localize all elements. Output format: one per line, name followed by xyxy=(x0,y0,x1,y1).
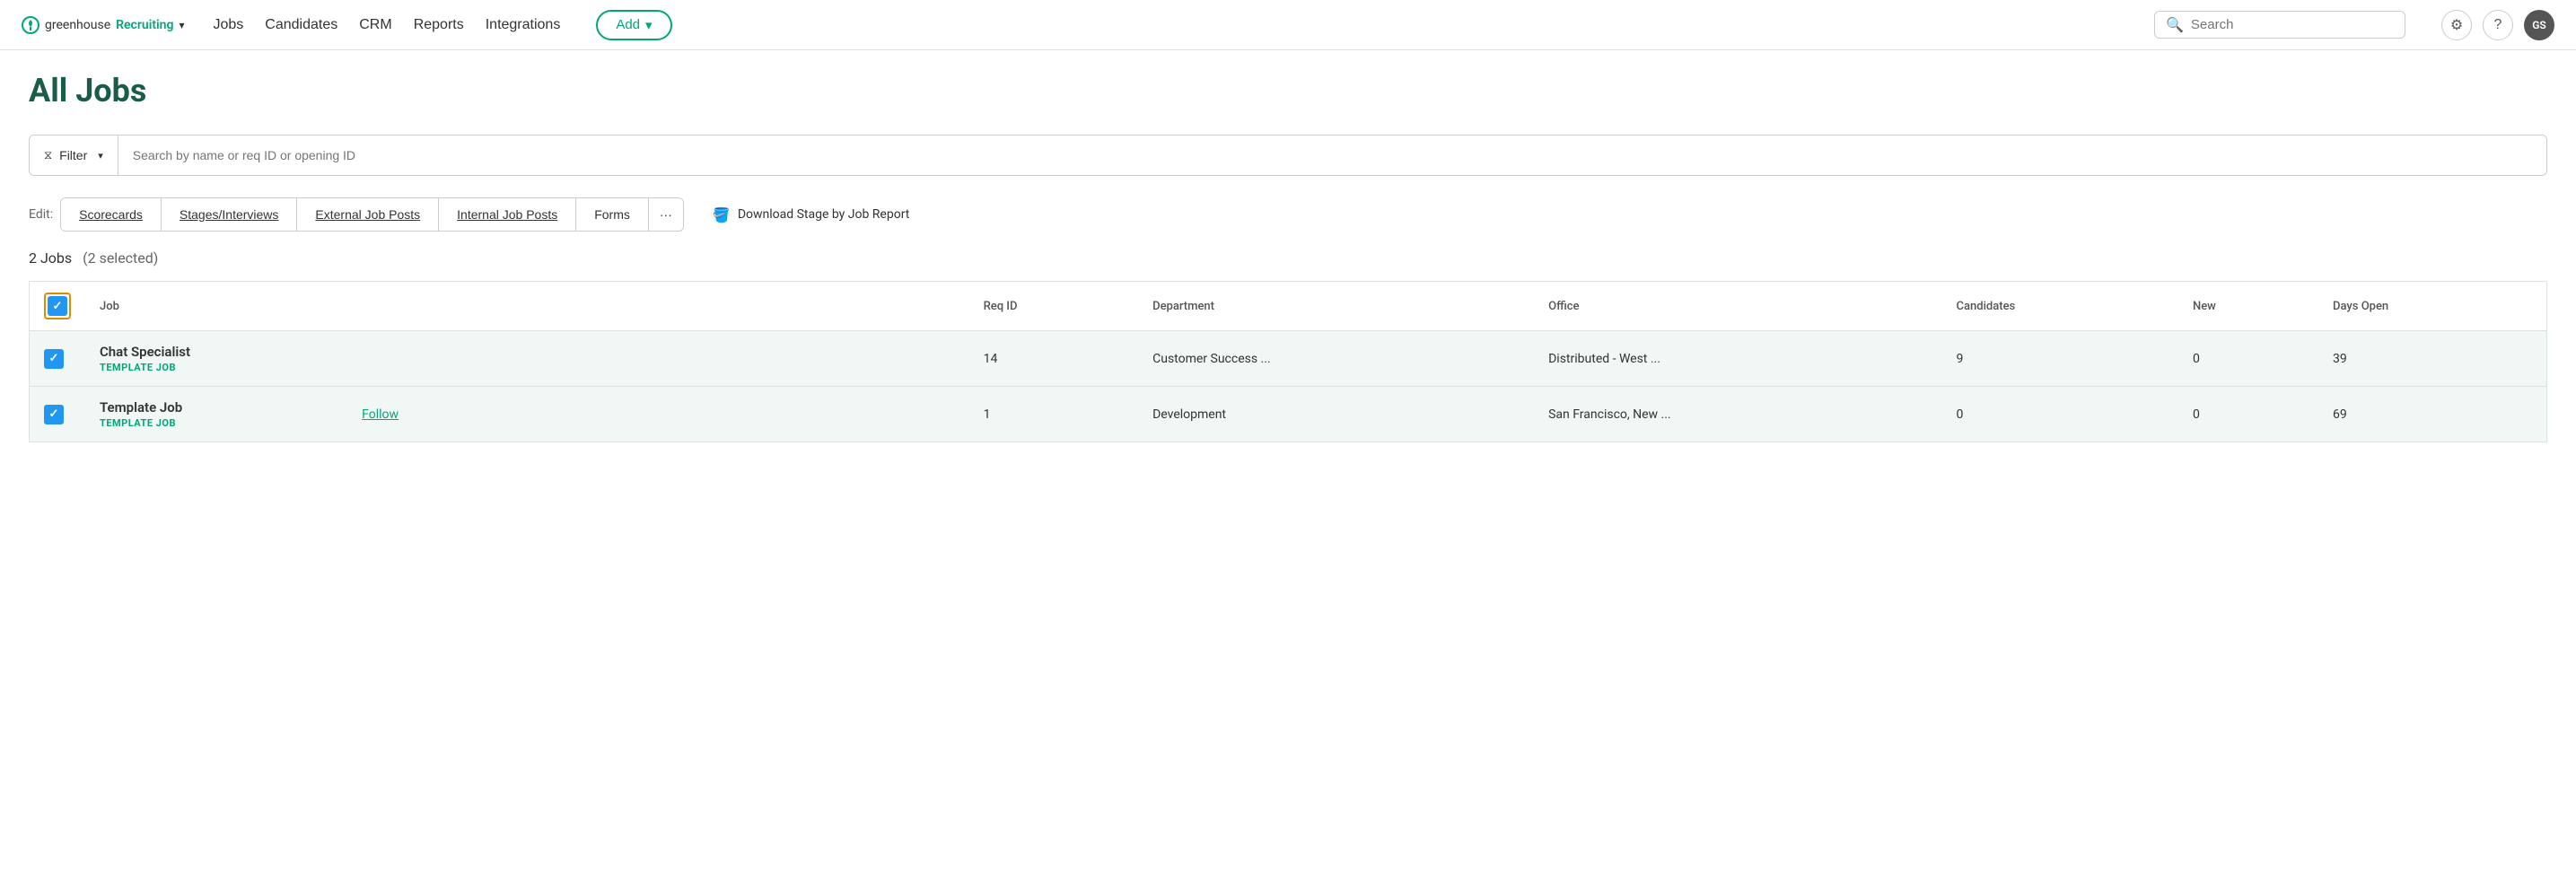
col-candidates: Candidates xyxy=(1942,282,2178,331)
logo-chevron-icon[interactable]: ▾ xyxy=(179,19,184,31)
job-count: 2 Jobs (2 selected) xyxy=(29,249,2547,267)
settings-button[interactable]: ⚙ xyxy=(2441,10,2472,40)
job-selected-count: (2 selected) xyxy=(83,249,158,267)
row2-job: Template Job TEMPLATE JOB Follow xyxy=(85,387,969,442)
row1-req-id: 14 xyxy=(969,331,1139,387)
search-input[interactable] xyxy=(2191,17,2394,32)
header-checkbox-cell: ✓ xyxy=(30,282,85,331)
tab-external-job-posts[interactable]: External Job Posts xyxy=(297,198,439,231)
row1-department: Customer Success ... xyxy=(1138,331,1534,387)
tab-scorecards[interactable]: Scorecards xyxy=(61,198,162,231)
job-count-number: 2 Jobs xyxy=(29,249,72,267)
row1-checkbox[interactable]: ✓ xyxy=(44,349,64,369)
logo-text: greenhouse xyxy=(45,18,110,32)
tab-forms[interactable]: Forms xyxy=(576,198,649,231)
jobs-table: ✓ Job Req ID Department Office Candidate… xyxy=(29,281,2547,442)
filter-label: Filter xyxy=(59,148,87,162)
row2-office: San Francisco, New ... xyxy=(1534,387,1941,442)
nav-links: Jobs Candidates CRM Reports Integrations xyxy=(214,17,561,33)
add-button[interactable]: Add ▾ xyxy=(596,10,671,40)
filter-search-input[interactable] xyxy=(118,136,2546,175)
header-checkbox-border[interactable]: ✓ xyxy=(44,293,71,319)
page-content: All Jobs ⧖ Filter ▾ Edit: Scorecards Sta… xyxy=(0,50,2576,464)
help-button[interactable]: ? xyxy=(2483,10,2513,40)
row2-days-open: 69 xyxy=(2318,387,2546,442)
row2-checkbox[interactable]: ✓ xyxy=(44,405,64,424)
filter-button[interactable]: ⧖ Filter ▾ xyxy=(30,136,118,175)
add-chevron-icon: ▾ xyxy=(645,17,653,33)
nav-crm[interactable]: CRM xyxy=(359,17,391,33)
row2-department: Development xyxy=(1138,387,1534,442)
nav-icons: ⚙ ? GS xyxy=(2441,10,2554,40)
filter-bar: ⧖ Filter ▾ xyxy=(29,135,2547,176)
search-bar[interactable]: 🔍 xyxy=(2154,11,2405,39)
logo-product: Recruiting xyxy=(116,18,173,32)
page-title: All Jobs xyxy=(29,72,2547,109)
col-req-id: Req ID xyxy=(969,282,1139,331)
search-icon: 🔍 xyxy=(2166,16,2184,33)
table-row: ✓ Template Job TEMPLATE JOB Follow 1 xyxy=(30,387,2546,442)
settings-icon: ⚙ xyxy=(2450,16,2463,34)
edit-bar: Edit: Scorecards Stages/Interviews Exter… xyxy=(29,197,2547,232)
row1-office: Distributed - West ... xyxy=(1534,331,1941,387)
tab-internal-job-posts[interactable]: Internal Job Posts xyxy=(439,198,576,231)
filter-icon: ⧖ xyxy=(44,148,52,162)
greenhouse-icon xyxy=(22,16,39,34)
tab-stages-interviews[interactable]: Stages/Interviews xyxy=(162,198,298,231)
table-header-row: ✓ Job Req ID Department Office Candidate… xyxy=(30,282,2546,331)
nav-reports[interactable]: Reports xyxy=(414,17,464,33)
filter-chevron-icon: ▾ xyxy=(98,150,103,162)
row2-template-badge: TEMPLATE JOB xyxy=(100,417,182,429)
edit-label: Edit: xyxy=(29,207,53,222)
col-office: Office xyxy=(1534,282,1941,331)
row2-candidates: 0 xyxy=(1942,387,2178,442)
follow-link[interactable]: Follow xyxy=(362,407,399,422)
row1-candidates: 9 xyxy=(1942,331,2178,387)
main-nav: greenhouse Recruiting ▾ Jobs Candidates … xyxy=(0,0,2576,50)
checkmark-icon: ✓ xyxy=(53,300,63,313)
row2-checkbox-cell: ✓ xyxy=(30,387,85,442)
download-icon: 🪣 xyxy=(713,206,731,223)
row1-job-name[interactable]: Chat Specialist xyxy=(100,344,955,360)
col-job: Job xyxy=(85,282,969,331)
edit-tabs: Scorecards Stages/Interviews External Jo… xyxy=(60,197,684,232)
row1-job: Chat Specialist TEMPLATE JOB xyxy=(85,331,969,387)
download-report-link[interactable]: 🪣 Download Stage by Job Report xyxy=(713,206,909,223)
logo[interactable]: greenhouse Recruiting ▾ xyxy=(22,16,185,34)
tab-more[interactable]: ··· xyxy=(649,198,683,231)
header-checkbox[interactable]: ✓ xyxy=(48,296,67,316)
nav-jobs[interactable]: Jobs xyxy=(214,17,244,33)
nav-integrations[interactable]: Integrations xyxy=(486,17,561,33)
row1-template-badge: TEMPLATE JOB xyxy=(100,362,955,373)
row2-req-id: 1 xyxy=(969,387,1139,442)
row1-checkbox-cell: ✓ xyxy=(30,331,85,387)
col-new: New xyxy=(2178,282,2318,331)
checkmark-icon: ✓ xyxy=(49,352,59,365)
avatar[interactable]: GS xyxy=(2524,10,2554,40)
nav-candidates[interactable]: Candidates xyxy=(265,17,337,33)
row1-new: 0 xyxy=(2178,331,2318,387)
row2-new: 0 xyxy=(2178,387,2318,442)
checkmark-icon: ✓ xyxy=(49,407,59,421)
row1-days-open: 39 xyxy=(2318,331,2546,387)
col-department: Department xyxy=(1138,282,1534,331)
help-icon: ? xyxy=(2494,17,2502,33)
row2-job-name[interactable]: Template Job xyxy=(100,399,182,415)
col-days-open: Days Open xyxy=(2318,282,2546,331)
table-row: ✓ Chat Specialist TEMPLATE JOB 14 Custom… xyxy=(30,331,2546,387)
